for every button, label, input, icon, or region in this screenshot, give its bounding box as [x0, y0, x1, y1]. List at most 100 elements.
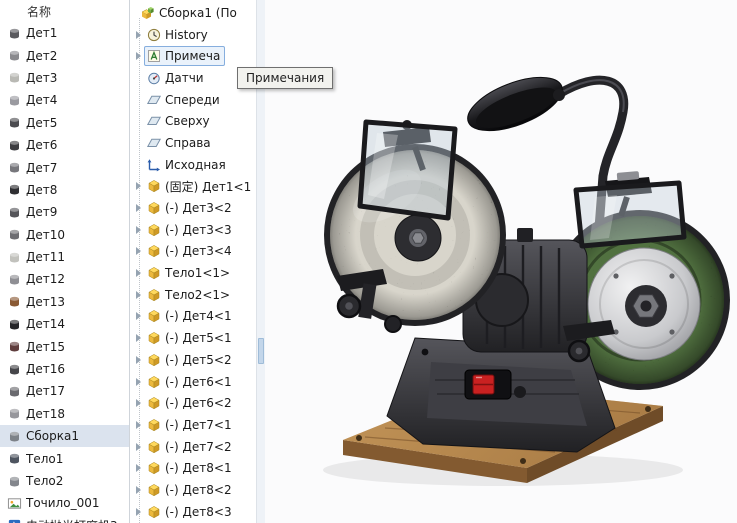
list-item[interactable]: Тело1: [0, 447, 129, 469]
scrollbar-thumb[interactable]: [258, 338, 264, 364]
list-item-label: 电动抛光打磨机3: [26, 517, 118, 523]
list-item-label: Дет14: [26, 317, 65, 331]
list-item[interactable]: Дет9: [0, 201, 129, 223]
tree-item[interactable]: (-) Дет3<2: [130, 197, 256, 219]
list-item[interactable]: Дет2: [0, 44, 129, 66]
tree-item[interactable]: Сборка1 (По: [130, 2, 256, 24]
expand-arrow-icon[interactable]: [133, 226, 144, 234]
list-item[interactable]: Дет1: [0, 22, 129, 44]
list-item[interactable]: Дет13: [0, 291, 129, 313]
viewport-3d[interactable]: [265, 0, 737, 523]
part-icon: [146, 395, 162, 411]
origin-icon: [146, 157, 162, 173]
tooltip: Примечания: [237, 67, 333, 89]
list-item[interactable]: Дет3: [0, 67, 129, 89]
tree-item-label: Сборка1 (По: [159, 6, 237, 20]
expand-arrow-icon[interactable]: [133, 399, 144, 407]
tree-item-label: (-) Дет3<2: [165, 201, 232, 215]
tree-item[interactable]: (-) Дет8<3: [130, 501, 256, 523]
expand-arrow-icon[interactable]: [133, 356, 144, 364]
tree-item[interactable]: Справа: [130, 132, 256, 154]
list-item[interactable]: Дет18: [0, 403, 129, 425]
thumb-icon: [7, 160, 22, 175]
list-item-label: Дет2: [26, 49, 57, 63]
expand-arrow-icon[interactable]: [133, 378, 144, 386]
list-item-label: Дет3: [26, 71, 57, 85]
tree-item[interactable]: (-) Дет5<1: [130, 327, 256, 349]
tree-item-label: (-) Дет8<1: [165, 461, 232, 475]
plane-icon: [146, 92, 162, 108]
tree-item[interactable]: (-) Дет7<2: [130, 436, 256, 458]
part-icon: [146, 374, 162, 390]
thumb-icon: [7, 227, 22, 242]
list-item[interactable]: Дет11: [0, 246, 129, 268]
plane-icon: [146, 113, 162, 129]
thumb-icon: [7, 474, 22, 489]
list-item[interactable]: Дет6: [0, 134, 129, 156]
list-item[interactable]: Дет7: [0, 156, 129, 178]
thumb-icon: [7, 294, 22, 309]
tree-item[interactable]: Сверху: [130, 110, 256, 132]
tree-item[interactable]: Примеча: [130, 45, 256, 67]
expand-arrow-icon[interactable]: [133, 291, 144, 299]
expand-arrow-icon[interactable]: [133, 443, 144, 451]
expand-arrow-icon[interactable]: [133, 464, 144, 472]
tree-item-label: (-) Дет8<3: [165, 505, 232, 519]
list-item[interactable]: Дет14: [0, 313, 129, 335]
tree-item[interactable]: Тело2<1>: [130, 284, 256, 306]
expand-arrow-icon[interactable]: [133, 204, 144, 212]
tree-item[interactable]: (-) Дет5<2: [130, 349, 256, 371]
list-item[interactable]: 电动抛光打磨机3: [0, 515, 129, 523]
list-item[interactable]: Тело2: [0, 470, 129, 492]
part-icon: [146, 482, 162, 498]
tree-item[interactable]: Тело1<1>: [130, 262, 256, 284]
tree-item[interactable]: (-) Дет8<2: [130, 479, 256, 501]
list-item[interactable]: Дет17: [0, 380, 129, 402]
expand-arrow-icon[interactable]: [133, 312, 144, 320]
part-icon: [146, 417, 162, 433]
part-icon: [146, 308, 162, 324]
tree-item[interactable]: (-) Дет4<1: [130, 306, 256, 328]
tree-item-label: Тело2<1>: [165, 288, 230, 302]
expand-arrow-icon[interactable]: [133, 31, 144, 39]
tree-item[interactable]: (-) Дет3<4: [130, 241, 256, 263]
expand-arrow-icon[interactable]: [133, 334, 144, 342]
tree-item[interactable]: (-) Дет8<1: [130, 457, 256, 479]
tree-item-label: (-) Дет3<4: [165, 244, 232, 258]
list-item[interactable]: Точило_001: [0, 492, 129, 514]
tree-item[interactable]: (-) Дет7<1: [130, 414, 256, 436]
list-item-label: Дет13: [26, 295, 65, 309]
list-item[interactable]: Дет15: [0, 335, 129, 357]
tree-item[interactable]: (固定) Дет1<1: [130, 176, 256, 198]
list-item[interactable]: Дет16: [0, 358, 129, 380]
expand-arrow-icon[interactable]: [133, 247, 144, 255]
list-item[interactable]: Дет12: [0, 268, 129, 290]
expand-arrow-icon[interactable]: [133, 508, 144, 516]
expand-arrow-icon[interactable]: [133, 52, 144, 60]
list-item-label: Дет10: [26, 228, 65, 242]
tree-item[interactable]: (-) Дет3<3: [130, 219, 256, 241]
expand-arrow-icon[interactable]: [133, 182, 144, 190]
tree-item-label: (-) Дет6<2: [165, 396, 232, 410]
list-item[interactable]: Дет5: [0, 112, 129, 134]
expand-arrow-icon[interactable]: [133, 421, 144, 429]
list-item-label: Дет15: [26, 340, 65, 354]
list-item[interactable]: Дет10: [0, 224, 129, 246]
expand-arrow-icon[interactable]: [133, 486, 144, 494]
list-item-label: Дет16: [26, 362, 65, 376]
list-item-label: Дет5: [26, 116, 57, 130]
tree-item[interactable]: History: [130, 24, 256, 46]
part-icon: [146, 330, 162, 346]
list-item[interactable]: Дет4: [0, 89, 129, 111]
thumb-icon: [7, 429, 22, 444]
cad-icon: [7, 518, 22, 523]
tree-item[interactable]: (-) Дет6<1: [130, 371, 256, 393]
tree-item[interactable]: Исходная: [130, 154, 256, 176]
tree-item[interactable]: Спереди: [130, 89, 256, 111]
sensors-icon: [146, 70, 162, 86]
tree-item[interactable]: (-) Дет6<2: [130, 392, 256, 414]
expand-arrow-icon[interactable]: [133, 269, 144, 277]
list-item[interactable]: Сборка1: [0, 425, 129, 447]
list-item-label: Дет4: [26, 93, 57, 107]
list-item[interactable]: Дет8: [0, 179, 129, 201]
